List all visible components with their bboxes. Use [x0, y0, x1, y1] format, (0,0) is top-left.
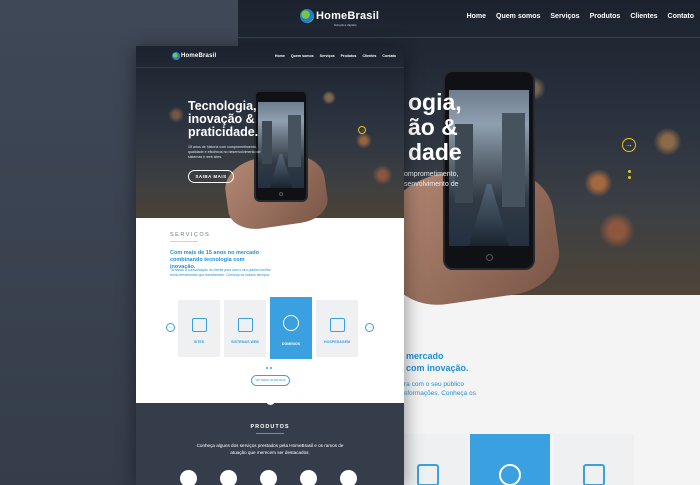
code-window-icon: [417, 464, 439, 485]
product-icon[interactable]: [340, 470, 357, 485]
big-subtitle-line: senvolvimento de: [404, 181, 459, 188]
product-icons-row: [180, 470, 357, 485]
logo-subtitle: Soluções digitais: [334, 23, 357, 27]
products-text-body: Conheça alguns dos serviços prestados pe…: [196, 443, 344, 455]
services-text: Tornando a comunicação do cliente para c…: [170, 268, 272, 277]
service-card-label: SITES: [193, 340, 205, 344]
products-section-title: PRODUTOS: [250, 424, 290, 430]
service-card-hospedagem[interactable]: HOSPEDAGEM: [316, 300, 358, 357]
saiba-mais-button[interactable]: SAIBA MAIS: [188, 170, 234, 183]
services-section-title: SERVIÇOS: [170, 232, 211, 238]
slider-dot[interactable]: [628, 176, 631, 179]
big-services-text: ra com o seu público sformações. Conheça…: [404, 380, 476, 398]
see-all-services-button[interactable]: Ver todos os serviços: [251, 375, 290, 386]
big-subtitle-line: omprometimento,: [404, 171, 459, 178]
globe-logo-icon: [300, 9, 314, 23]
carousel-dot[interactable]: [266, 367, 268, 369]
top-navigation: HomeBrasil Home Quem somos Serviços Prod…: [136, 46, 404, 68]
hero-title-line: praticidade.: [188, 125, 259, 139]
menu-clientes[interactable]: Clientes: [362, 54, 376, 58]
big-heading-line: mercado: [406, 351, 444, 361]
menu-clientes[interactable]: Clientes: [630, 13, 657, 20]
slider-next-arrow-icon[interactable]: →: [358, 126, 366, 134]
menu-produtos[interactable]: Produtos: [590, 13, 621, 20]
slider-next-arrow-icon[interactable]: →: [622, 138, 636, 152]
big-title-line: ão &: [408, 114, 458, 140]
big-main-menu: Home Quem somos Serviços Produtos Client…: [467, 13, 694, 20]
divider: [170, 241, 198, 242]
slider-dot[interactable]: [628, 170, 631, 173]
service-card-sistemas-web[interactable]: SISTEMAS WEB: [224, 300, 266, 357]
menu-quem-somos[interactable]: Quem somos: [496, 13, 540, 20]
cards-next-arrow-icon[interactable]: →: [365, 323, 374, 332]
services-carousel: SITES SISTEMAS WEB DOMÍNIOS HOSPEDAGEM: [178, 297, 358, 359]
menu-home[interactable]: Home: [467, 13, 486, 20]
menu-contato[interactable]: Contato: [382, 54, 396, 58]
website-mockup: HomeBrasil Home Quem somos Serviços Prod…: [136, 46, 404, 485]
big-top-navigation: HomeBrasil Soluções digitais Home Quem s…: [238, 0, 700, 38]
shield-icon: [329, 318, 345, 332]
menu-produtos[interactable]: Produtos: [341, 54, 357, 58]
product-icon[interactable]: [220, 470, 237, 485]
menu-home[interactable]: Home: [275, 54, 285, 58]
logo-text: HomeBrasil: [316, 10, 380, 22]
service-card-sites[interactable]: SITES: [178, 300, 220, 357]
product-icon[interactable]: [260, 470, 277, 485]
globe-www-icon: [283, 315, 299, 331]
menu-quem-somos[interactable]: Quem somos: [291, 54, 314, 58]
menu-servicos[interactable]: Serviços: [320, 54, 335, 58]
big-text-line: ra com o seu público: [404, 381, 464, 388]
shield-icon: [583, 464, 605, 485]
service-card-label: SISTEMAS WEB: [231, 340, 259, 344]
menu-servicos[interactable]: Serviços: [550, 13, 579, 20]
responsive-devices-icon: [191, 318, 207, 332]
hero-title: Tecnologia, inovação & praticidade.: [188, 100, 258, 139]
big-title-line: ogia,: [408, 89, 462, 115]
hero-subtitle: 15 anos de história com comprometimento,…: [188, 145, 261, 159]
main-menu: Home Quem somos Serviços Produtos Client…: [275, 54, 396, 58]
service-card-label: DOMÍNIOS: [281, 342, 301, 346]
logo-text: HomeBrasil: [181, 53, 217, 59]
product-icon[interactable]: [300, 470, 317, 485]
big-hero-title: ogia, ão & dade: [408, 90, 462, 165]
menu-contato[interactable]: Contato: [668, 13, 694, 20]
service-card-label: HOSPEDAGEM: [324, 340, 350, 344]
carousel-dots: [266, 367, 272, 369]
cards-prev-arrow-icon[interactable]: ←: [166, 323, 175, 332]
carousel-dot[interactable]: [270, 367, 272, 369]
big-services-heading: mercado com inovação.: [406, 350, 469, 374]
big-title-line: dade: [408, 139, 462, 165]
big-heading-line: com inovação.: [406, 363, 469, 373]
big-text-line: sformações. Conheça os: [404, 390, 476, 397]
section-connector-dot: [266, 396, 275, 405]
divider: [256, 433, 284, 434]
big-hero-subtitle: omprometimento, senvolvimento de: [404, 170, 494, 190]
big-logo[interactable]: HomeBrasil Soluções digitais: [300, 9, 380, 27]
big-service-card[interactable]: [554, 434, 634, 485]
products-text: Conheça alguns dos serviços prestados pe…: [136, 443, 404, 456]
code-window-icon: [237, 318, 253, 332]
service-card-dominios[interactable]: DOMÍNIOS: [270, 297, 312, 359]
big-service-card-active[interactable]: [470, 434, 550, 485]
logo[interactable]: HomeBrasil: [172, 52, 216, 60]
globe-logo-icon: [172, 52, 180, 60]
product-icon[interactable]: [180, 470, 197, 485]
globe-www-icon: [499, 464, 521, 485]
